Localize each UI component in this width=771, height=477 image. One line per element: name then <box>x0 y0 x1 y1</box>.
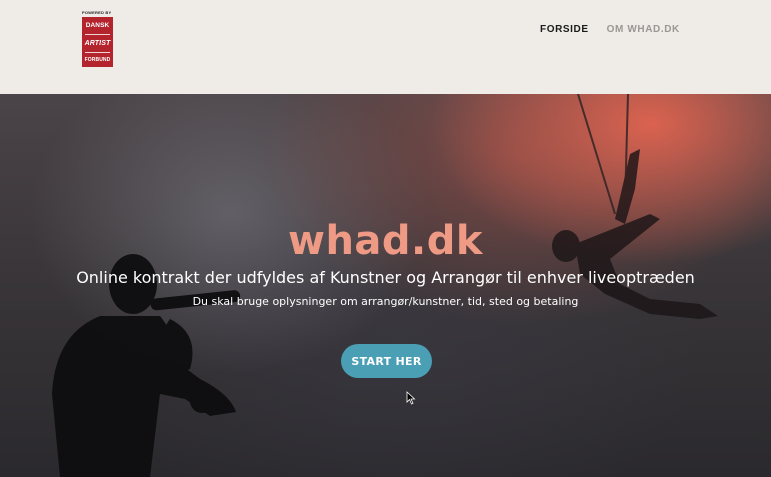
logo-line-3: FORBUND <box>84 57 111 63</box>
main-nav: FORSIDE OM WHAD.DK <box>540 24 680 35</box>
hero-subtitle: Online kontrakt der udfyldes af Kunstner… <box>76 268 695 287</box>
hero-title: whad.dk <box>288 218 483 264</box>
mouse-cursor-icon <box>406 391 416 405</box>
hero-section: whad.dk Online kontrakt der udfyldes af … <box>0 94 771 477</box>
logo-badge: DANSK ARTIST FORBUND <box>82 17 113 67</box>
hero-description: Du skal bruge oplysninger om arrangør/ku… <box>192 295 579 308</box>
nav-item-forside[interactable]: FORSIDE <box>540 24 589 35</box>
powered-by-label: POWERED BY <box>82 10 112 15</box>
site-header: POWERED BY DANSK ARTIST FORBUND FORSIDE … <box>0 0 771 94</box>
logo-divider <box>85 34 110 36</box>
logo-divider <box>85 51 110 53</box>
logo-line-2: ARTIST <box>84 39 111 47</box>
logo-line-1: DANSK <box>85 22 110 29</box>
start-here-button[interactable]: START HER <box>341 344 432 378</box>
dansk-artist-forbund-logo[interactable]: POWERED BY DANSK ARTIST FORBUND <box>82 10 116 67</box>
nav-item-om-whad[interactable]: OM WHAD.DK <box>607 24 680 35</box>
